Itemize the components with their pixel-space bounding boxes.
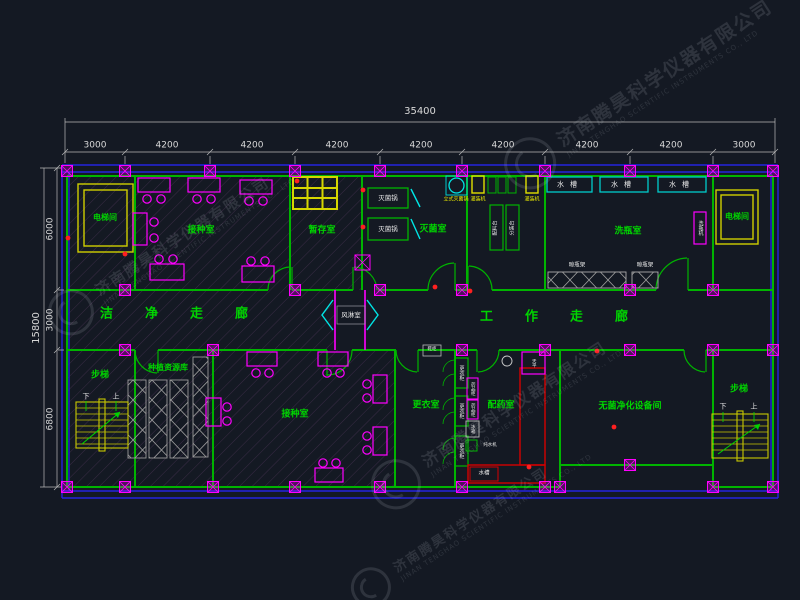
floorplan-drawing: [0, 0, 800, 600]
stairs-right: [712, 411, 768, 461]
room-hatching: [67, 176, 395, 487]
cad-floorplan-canvas: 济南腾昊科学仪器有限公司JINAN TENGHAO SCIENTIFIC INS…: [0, 0, 800, 600]
sterilizer-pots: [355, 176, 467, 270]
elevator-right: [716, 190, 758, 244]
changing-room-lockers: [423, 345, 468, 466]
bottle-washing-equipment: [547, 177, 706, 288]
dispensing-room-equipment: [466, 352, 545, 483]
filling-room-equipment: [472, 176, 538, 250]
